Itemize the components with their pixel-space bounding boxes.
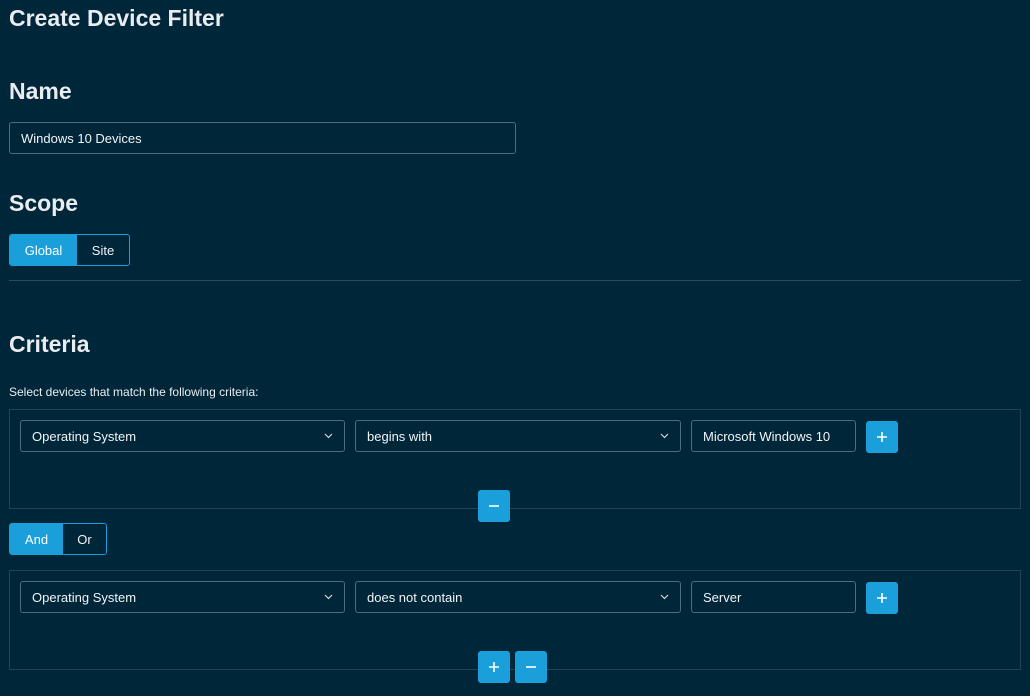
plus-icon [489, 662, 499, 672]
criteria-group-1: Operating System begins with [9, 409, 1021, 509]
section-divider [9, 280, 1021, 281]
operator-select-2-value: does not contain [367, 589, 463, 605]
scope-global-button[interactable]: Global [10, 235, 77, 265]
logic-toggle: And Or [9, 523, 107, 555]
minus-icon [489, 505, 499, 507]
chevron-down-icon [323, 592, 333, 602]
remove-group-button-2[interactable] [515, 651, 547, 683]
criteria-heading: Criteria [9, 331, 90, 357]
plus-icon [877, 432, 887, 442]
add-condition-button-1[interactable] [866, 421, 898, 453]
logic-and-button[interactable]: And [10, 524, 63, 554]
value-input-1[interactable] [691, 420, 856, 452]
value-input-2[interactable] [691, 581, 856, 613]
add-condition-button-2[interactable] [866, 582, 898, 614]
scope-site-button[interactable]: Site [77, 235, 129, 265]
scope-toggle: Global Site [9, 234, 130, 266]
criteria-description: Select devices that match the following … [9, 385, 259, 399]
chevron-down-icon [323, 431, 333, 441]
plus-icon [877, 593, 887, 603]
operator-select-1-value: begins with [367, 428, 433, 444]
field-select-2[interactable]: Operating System [20, 581, 345, 613]
remove-group-button-1[interactable] [478, 490, 510, 522]
logic-or-button[interactable]: Or [63, 524, 106, 554]
field-select-1-value: Operating System [32, 428, 137, 444]
name-heading: Name [9, 78, 72, 104]
minus-icon [526, 666, 536, 668]
add-group-button[interactable] [478, 651, 510, 683]
page-title: Create Device Filter [9, 5, 224, 31]
chevron-down-icon [659, 431, 669, 441]
field-select-2-value: Operating System [32, 589, 137, 605]
operator-select-2[interactable]: does not contain [355, 581, 681, 613]
field-select-1[interactable]: Operating System [20, 420, 345, 452]
scope-heading: Scope [9, 190, 79, 216]
operator-select-1[interactable]: begins with [355, 420, 681, 452]
name-input[interactable] [9, 122, 516, 154]
chevron-down-icon [659, 592, 669, 602]
